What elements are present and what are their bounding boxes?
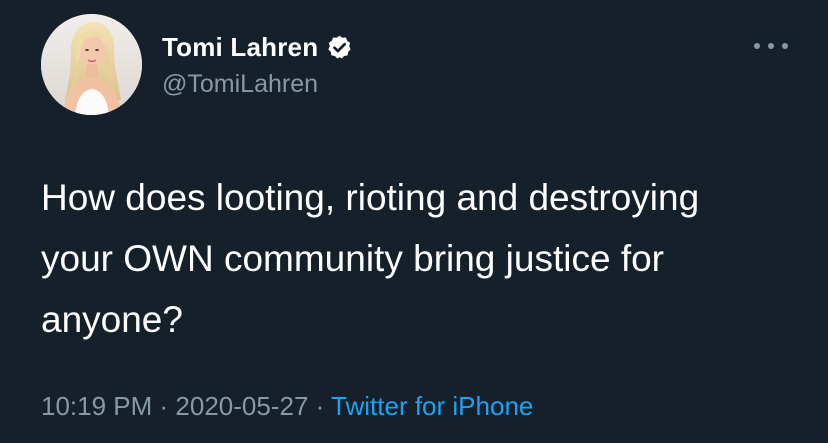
tweet-time[interactable]: 10:19 PM	[41, 391, 152, 421]
more-options-icon[interactable]	[754, 36, 788, 56]
tweet-source-link[interactable]: Twitter for iPhone	[331, 391, 533, 421]
meta-separator: ·	[152, 391, 176, 421]
verified-badge-icon	[326, 34, 353, 61]
tweet-card: Tomi Lahren @TomiLahren How does looting…	[0, 0, 828, 443]
tweet-meta: 10:19 PM · 2020-05-27 · Twitter for iPho…	[41, 391, 533, 422]
tweet-date[interactable]: 2020-05-27	[175, 391, 308, 421]
meta-separator: ·	[308, 391, 332, 421]
profile-photo-icon	[41, 14, 142, 115]
tweet-text: How does looting, rioting and destroying…	[41, 177, 700, 340]
author-display-name[interactable]: Tomi Lahren	[162, 32, 318, 63]
author-name-row[interactable]: Tomi Lahren	[162, 30, 353, 64]
avatar[interactable]	[41, 14, 142, 115]
author-handle[interactable]: @TomiLahren	[162, 70, 318, 99]
more-dot	[768, 43, 774, 49]
more-dot	[754, 43, 760, 49]
more-dot	[782, 43, 788, 49]
